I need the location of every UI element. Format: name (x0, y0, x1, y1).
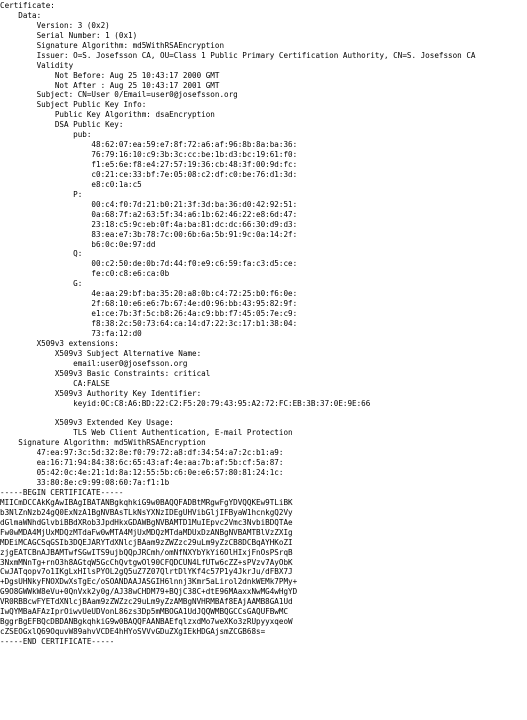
text-line: X509v3 extensions: (0, 338, 119, 348)
text-line: Serial Number: 1 (0x1) (0, 30, 138, 40)
text-line (0, 408, 527, 418)
text-line: X509v3 Extended Key Usage: (0, 418, 174, 428)
text-line: Signature Algorithm: md5WithRSAEncryptio… (0, 40, 225, 50)
text-line: f1:e5:6e:f8:e4:27:57:19:36:cb:48:3f:00:9… (0, 160, 298, 169)
text-line: -----END CERTIFICATE----- (0, 637, 115, 646)
text-line: f8:38:2c:50:73:64:ca:14:d7:22:3c:17:b1:3… (0, 319, 298, 328)
text-line: 47:ea:97:3c:5d:32:8e:f0:79:72:a8:df:34:5… (0, 448, 284, 458)
text-line: Subject: CN=User 0/Email=user0@josefsson… (0, 90, 238, 100)
text-line: b6:0c:0e:97:dd (0, 239, 156, 249)
text-line: CA:FALSE (0, 378, 110, 388)
text-line: fe:c0:c8:e6:ca:0b (0, 269, 170, 279)
text-line: 2f:68:10:e6:e6:7b:67:4e:d0:96:bb:43:95:8… (0, 299, 298, 309)
text-line: pub: (0, 130, 92, 140)
text-line: 4e:aa:29:bf:ba:35:20:a8:0b:c4:72:25:b0:f… (0, 289, 298, 299)
text-line: Certificate: (0, 1, 55, 10)
text-line: BggrBgEFBQcDBDANBgkqhkiG9w0BAQQFAANBAEfq… (0, 617, 293, 627)
text-line: 76:79:16:10:c9:3b:3c:cc:be:1b:d3:bc:19:6… (0, 150, 298, 160)
text-line: c0:21:ce:33:bf:7e:05:08:c2:df:c0:be:76:d… (0, 169, 298, 179)
text-line: 73:fa:12:d0 (0, 328, 142, 338)
text-line: Data: (0, 10, 42, 20)
text-line: 00:c2:50:de:0b:7d:44:f0:e9:c6:59:fa:c3:d… (0, 259, 298, 269)
text-line: Fw0wMDA4MjUxMDQzMTdaFw0wMTA4MjUxMDQzMTda… (0, 527, 293, 537)
text-line: 48:62:07:ea:59:e7:8f:72:a6:af:96:8b:8a:b… (0, 140, 298, 150)
text-line: G: (0, 279, 83, 289)
text-line: P: (0, 189, 83, 199)
text-line: IwQYMBaAFAzIprOiwvUeUDVonL86zs3Dp5mMBOGA… (0, 607, 289, 617)
text-line: 0a:68:7f:a2:63:5f:34:a6:1b:62:46:22:e8:6… (0, 209, 298, 219)
certificate-text-document: Certificate: Data: Version: 3 (0x2) Seri… (0, 0, 527, 720)
text-line: CwJATqopv7o1IKgLxHIlsPYOL2gQ5uZ7Z07QlrtD… (0, 567, 293, 577)
text-line: Version: 3 (0x2) (0, 20, 110, 30)
text-line: X509v3 Authority Key Identifier: (0, 388, 202, 398)
text-line: 83:ea:e7:3b:78:7c:00:6b:6a:5b:91:9c:0a:1… (0, 229, 298, 239)
text-line: zjgEATCBnAJBAMTwfSGwITS9ujbQQpJRCmh/omNf… (0, 547, 293, 557)
text-line: +DgsUHNkyFNOXDwXsTgEc/oSOANDAAJASGIH6lnn… (0, 577, 298, 587)
text-line: MIICmDCCAkKgAwIBAgIBATANBgkqhkiG9w0BAQQF… (0, 497, 293, 507)
text-line: b3NlZnNzb24gQ0ExNzA1BgNVBAsTLkNsYXNzIDEg… (0, 507, 293, 517)
text-line: Not Before: Aug 25 10:43:17 2000 GMT (0, 70, 220, 80)
text-line: DSA Public Key: (0, 120, 124, 130)
text-line: Public Key Algorithm: dsaEncryption (0, 110, 215, 120)
text-line: ea:16:71:94:84:38:6c:65:43:af:4e:aa:7b:a… (0, 458, 284, 468)
text-line: TLS Web Client Authentication, E-mail Pr… (0, 428, 293, 438)
text-line: X509v3 Subject Alternative Name: (0, 348, 202, 358)
text-line: keyid:0C:C8:A6:BD:22:C2:F5:20:79:43:95:A… (0, 398, 371, 408)
text-line: MDEiMCAGCSqGSIb3DQEJARYTdXNlcjBAam9zZWZz… (0, 537, 293, 547)
text-line: 23:18:c5:9c:eb:0f:4a:ba:81:dc:dc:66:30:d… (0, 219, 298, 229)
text-line: 3NxmMNnTg+rnO3h8AGtqW5GcChQvtgwOl90CFQDC… (0, 557, 293, 567)
text-line: Q: (0, 249, 83, 259)
text-line: cZSEOGxlQ69OquvW89ahvVCDE4hHYoSVVvGDuZXg… (0, 627, 266, 637)
text-line: 05:42:0c:4e:21:1d:8a:12:55:5b:c6:0e:e6:5… (0, 468, 284, 478)
text-line: dGlmaWNhdGlvbiBBdXRob3JpdHkxGDAWBgNVBAMT… (0, 517, 293, 527)
text-line: -----BEGIN CERTIFICATE----- (0, 487, 124, 497)
text-line: VR0RBBcwFYETdXNlcjBAam9zZWZzc29uLm9yZzAM… (0, 597, 293, 607)
text-line: Validity (0, 60, 74, 70)
text-line: email:user0@josefsson.org (0, 358, 188, 368)
text-line: e1:ce:7b:3f:5c:b8:26:4a:c9:bb:f7:45:05:7… (0, 309, 298, 319)
text-line: 00:c4:f0:7d:21:b0:21:3f:3d:ba:36:d0:42:9… (0, 199, 298, 209)
text-line: Issuer: O=S. Josefsson CA, OU=Class 1 Pu… (0, 50, 476, 60)
text-line: 33:80:8e:c9:99:08:60:7a:f1:1b (0, 478, 170, 487)
text-line: G9O8GWWkW8eVu+0QnVxk2y0g/AJ38wCHDM79+BQj… (0, 587, 298, 597)
text-line: X509v3 Basic Constraints: critical (0, 368, 211, 378)
text-line: Not After : Aug 25 10:43:17 2001 GMT (0, 80, 220, 90)
text-line: e8:c0:1a:c5 (0, 179, 142, 189)
text-line: Signature Algorithm: md5WithRSAEncryptio… (0, 438, 206, 448)
text-line: Subject Public Key Info: (0, 100, 147, 110)
